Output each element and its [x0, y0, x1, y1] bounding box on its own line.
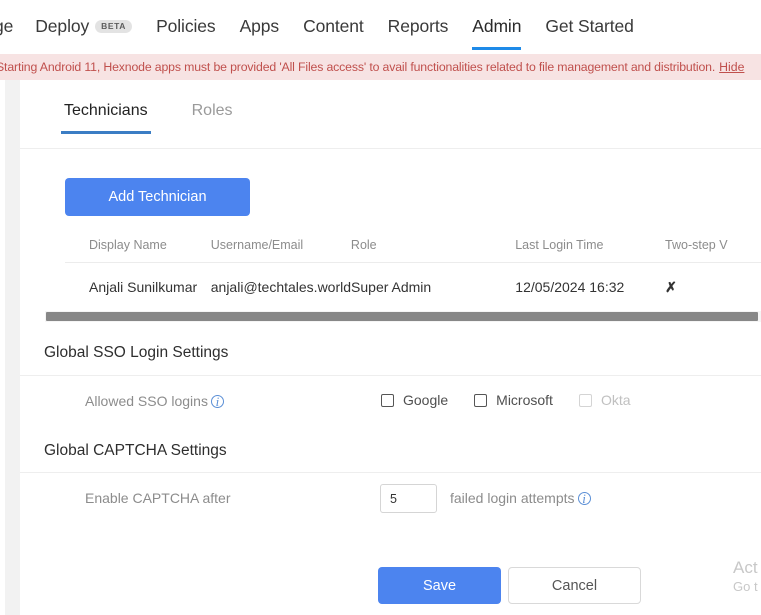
- cell-username-email: anjali@techtales.world: [210, 279, 352, 295]
- nav-item-label: Reports: [387, 16, 449, 36]
- nav-item-label: ge: [0, 16, 14, 36]
- cancel-button[interactable]: Cancel: [508, 567, 641, 604]
- nav-item-reports[interactable]: Reports: [388, 0, 449, 37]
- checkbox-label: Google: [403, 392, 449, 408]
- captcha-section-divider: [20, 472, 761, 473]
- tab-roles[interactable]: Roles: [192, 102, 233, 134]
- nav-item-content[interactable]: Content: [303, 0, 364, 37]
- left-gutter: [5, 80, 20, 615]
- captcha-attempts-input[interactable]: [380, 484, 437, 513]
- cell-role: Super Admin: [351, 279, 432, 295]
- checkbox-microsoft[interactable]: Microsoft: [474, 392, 553, 408]
- nav-item-label: Deploy: [35, 16, 90, 36]
- cell-display-name: Anjali Sunilkumar: [89, 279, 198, 295]
- cross-icon: ✗: [665, 279, 677, 295]
- technicians-table: Display Name Username/Email Role Last Lo…: [65, 228, 761, 312]
- column-header-two-step-verification: Two-step V: [665, 238, 728, 252]
- nav-item-get-started[interactable]: Get Started: [545, 0, 634, 37]
- table-header-row: Display Name Username/Email Role Last Lo…: [65, 228, 761, 263]
- tab-technicians[interactable]: Technicians: [61, 102, 151, 134]
- info-icon[interactable]: i: [577, 492, 591, 505]
- nav-item-label: Policies: [156, 16, 216, 36]
- table-row[interactable]: Anjali Sunilkumar anjali@techtales.world…: [65, 263, 761, 312]
- tab-label: Technicians: [64, 102, 148, 119]
- banner-hide-link[interactable]: Hide: [719, 60, 744, 74]
- notification-banner: Starting Android 11, Hexnode apps must b…: [0, 54, 761, 80]
- add-technician-button[interactable]: Add Technician: [65, 178, 250, 216]
- checkbox-box-icon: [381, 393, 394, 407]
- cell-last-login-time: 12/05/2024 16:32: [515, 279, 625, 295]
- save-button[interactable]: Save: [378, 567, 501, 604]
- captcha-section-title: Global CAPTCHA Settings: [44, 442, 227, 459]
- column-header-username-email: Username/Email: [210, 238, 304, 252]
- sso-section-divider: [20, 375, 761, 376]
- checkbox-label: Microsoft: [496, 392, 553, 408]
- tab-bar-divider: [20, 148, 761, 149]
- table-horizontal-scrollbar-thumb[interactable]: [46, 312, 758, 321]
- column-header-display-name: Display Name: [89, 238, 167, 252]
- info-icon[interactable]: i: [210, 395, 224, 408]
- sso-options-group: Google Microsoft Okta: [381, 392, 657, 408]
- tab-active-underline: [61, 131, 151, 134]
- checkbox-okta: Okta: [578, 392, 631, 408]
- nav-item-label: Get Started: [545, 16, 634, 36]
- failed-login-attempts-text: failed login attempts: [450, 490, 575, 506]
- nav-item-admin[interactable]: Admin: [472, 0, 522, 50]
- checkbox-google[interactable]: Google: [381, 392, 448, 408]
- checkbox-box-icon: [474, 393, 488, 407]
- banner-message: Starting Android 11, Hexnode apps must b…: [0, 60, 716, 74]
- nav-item-policies[interactable]: Policies: [156, 0, 216, 37]
- tab-bar: Technicians Roles: [20, 102, 277, 150]
- failed-login-attempts-label: failed login attempts i: [450, 490, 591, 506]
- top-navigation-bar: ge Deploy BETA Policies Apps Content Repo…: [0, 0, 761, 54]
- checkbox-box-icon: [578, 393, 592, 407]
- tab-label: Roles: [191, 102, 233, 119]
- nav-active-underline: [472, 47, 522, 50]
- nav-item-apps[interactable]: Apps: [240, 0, 280, 37]
- nav-item-label: Apps: [239, 16, 280, 36]
- activation-watermark: Act Go t: [733, 558, 761, 595]
- nav-item-deploy[interactable]: Deploy BETA: [35, 0, 133, 37]
- enable-captcha-after-label: Enable CAPTCHA after: [85, 490, 231, 506]
- beta-badge: BETA: [95, 19, 133, 33]
- checkbox-label: Okta: [600, 392, 631, 408]
- nav-item-label: Admin: [472, 16, 522, 36]
- allowed-sso-logins-text: Allowed SSO logins: [85, 393, 208, 409]
- allowed-sso-logins-label: Allowed SSO logins i: [85, 393, 224, 409]
- column-header-role: Role: [350, 238, 377, 252]
- watermark-line-2: Go t: [733, 579, 758, 594]
- nav-item-label: Content: [303, 16, 364, 36]
- app-window: ge Deploy BETA Policies Apps Content Repo…: [0, 0, 761, 615]
- column-header-last-login-time: Last Login Time: [515, 238, 604, 252]
- nav-item-manage[interactable]: ge: [0, 0, 13, 37]
- sso-section-title: Global SSO Login Settings: [44, 344, 229, 361]
- watermark-line-1: Act: [733, 558, 758, 577]
